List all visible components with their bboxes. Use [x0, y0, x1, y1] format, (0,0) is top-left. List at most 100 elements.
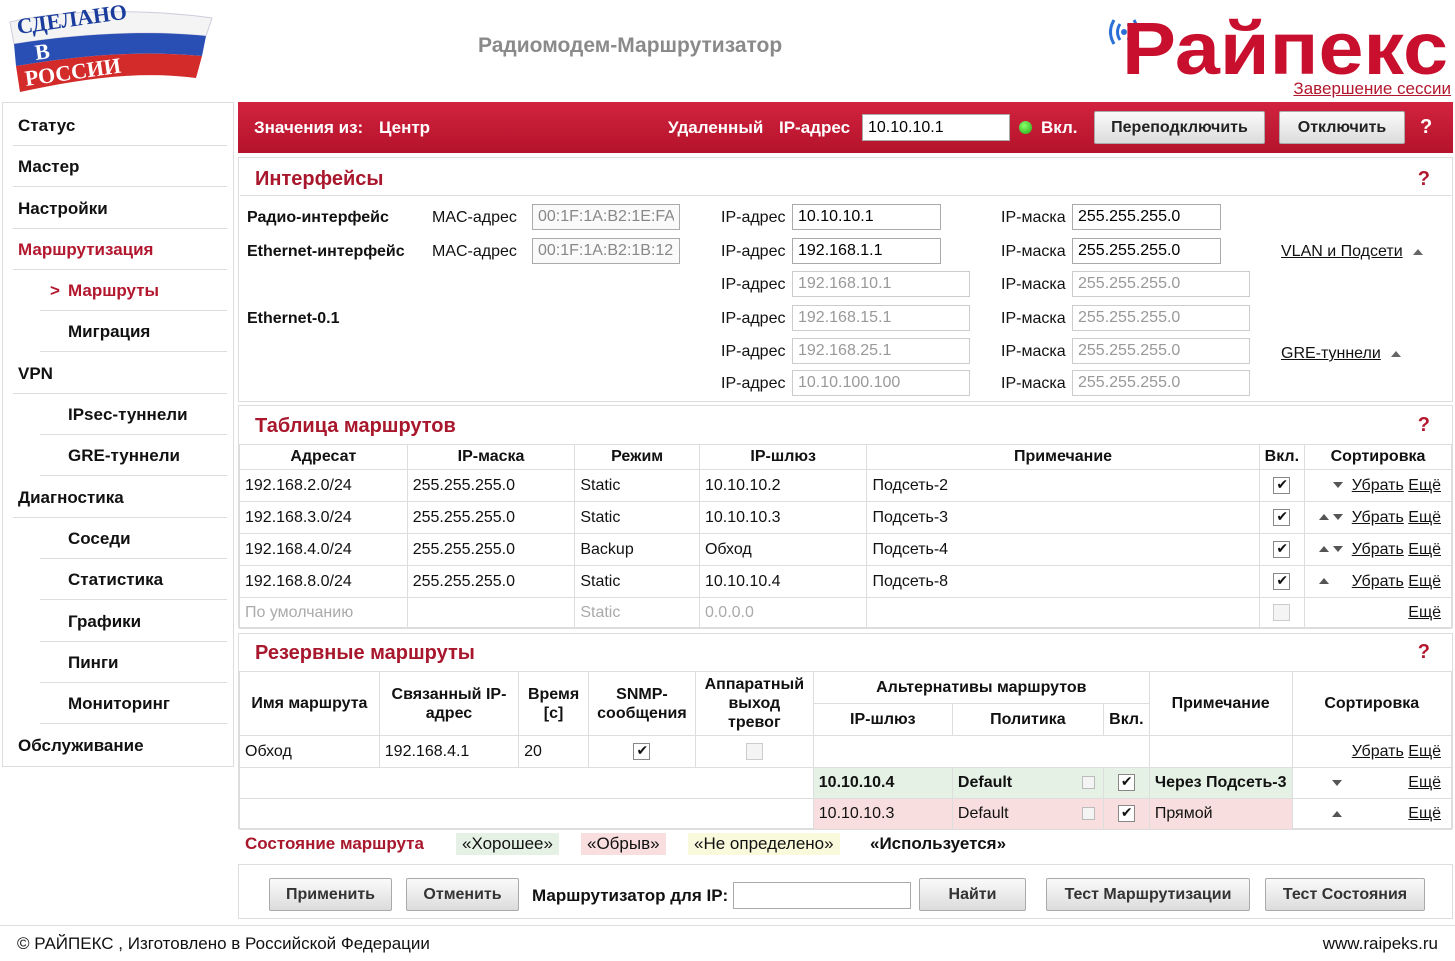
sub-mask-field[interactable]	[1072, 370, 1250, 396]
sidebar-item-diagnostics[interactable]: Диагностика	[13, 477, 227, 518]
more-link[interactable]: Ещё	[1408, 573, 1441, 590]
table-row[interactable]: 192.168.3.0/24 255.255.255.0 Static 10.1…	[239, 501, 1452, 534]
hw-alarm-checkbox[interactable]	[745, 742, 763, 760]
table-row[interactable]: 192.168.8.0/24 255.255.255.0 Static 10.1…	[239, 565, 1452, 598]
remove-link[interactable]: Убрать	[1352, 573, 1404, 590]
interfaces-help-icon[interactable]: ?	[1418, 168, 1430, 191]
move-up-icon[interactable]	[1319, 514, 1330, 521]
remove-link[interactable]: Убрать	[1352, 541, 1404, 558]
copyright: © РАЙПЕКС , Изготовлено в Российской Фед…	[17, 934, 430, 953]
alt-enabled-checkbox[interactable]	[1117, 773, 1135, 792]
ethernet-mask-field[interactable]	[1072, 238, 1221, 264]
policy-select-icon[interactable]	[1081, 776, 1095, 789]
backup-help-icon[interactable]: ?	[1418, 641, 1430, 664]
alternative-row-broken[interactable]: 10.10.10.3 Default Прямой Ещё	[239, 798, 1453, 830]
more-link[interactable]: Ещё	[1408, 805, 1441, 822]
vlan-subnets-link[interactable]: VLAN и Подсети	[1281, 243, 1423, 261]
test-routing-button[interactable]: Тест Маршрутизации	[1046, 878, 1250, 911]
sidebar-item-migration[interactable]: Миграция	[40, 311, 227, 352]
legend-broken: «Обрыв»	[581, 833, 666, 855]
sidebar-item-pings[interactable]: Пинги	[40, 642, 227, 683]
route-mode: Backup	[574, 533, 700, 566]
sidebar-item-wizard[interactable]: Мастер	[13, 146, 227, 187]
site-link[interactable]: www.raipeks.ru	[1323, 934, 1438, 954]
route-enabled-checkbox[interactable]	[1273, 572, 1291, 590]
routes-help-icon[interactable]: ?	[1418, 414, 1430, 437]
table-row[interactable]: 192.168.2.0/24 255.255.255.0 Static 10.1…	[239, 469, 1452, 502]
test-state-button[interactable]: Тест Состояния	[1265, 878, 1425, 911]
default-route-checkbox[interactable]	[1273, 604, 1291, 622]
more-link[interactable]: Ещё	[1408, 541, 1441, 558]
sidebar-item-monitoring[interactable]: Мониторинг	[40, 683, 227, 724]
sidebar-item-graphs[interactable]: Графики	[40, 601, 227, 642]
sidebar-item-neighbors[interactable]: Соседи	[40, 518, 227, 559]
sidebar-item-routing[interactable]: Маршрутизация	[13, 229, 227, 270]
remote-ip-input[interactable]	[862, 114, 1010, 141]
ethernet-sub-label: Ethernet-0.1	[247, 310, 340, 327]
move-down-icon[interactable]	[1333, 482, 1344, 489]
logout-link[interactable]: Завершение сессии	[1293, 79, 1451, 99]
remove-link[interactable]: Убрать	[1352, 743, 1404, 760]
routes-title: Таблица маршрутов	[255, 415, 456, 437]
route-enabled-checkbox[interactable]	[1273, 476, 1291, 494]
ethernet-interface-label: Ethernet-интерфейс	[247, 243, 405, 260]
sub-mask-field[interactable]	[1072, 338, 1250, 364]
sidebar-item-vpn[interactable]: VPN	[13, 353, 227, 394]
ethernet-ip-field[interactable]	[792, 238, 941, 264]
alternative-row-good[interactable]: 10.10.10.4 Default Через Подсеть-3 Ещё	[239, 767, 1453, 799]
sub-ip-field[interactable]	[792, 338, 970, 364]
sub-mask-field[interactable]	[1072, 271, 1250, 297]
table-row[interactable]: Обход 192.168.4.1 20 Убрать Ещё	[239, 735, 1453, 768]
sidebar-item-routes[interactable]: > Маршруты	[40, 270, 227, 311]
sub-ip-label: IP-адрес	[721, 343, 786, 360]
remote-ip-label: IP-адрес	[779, 118, 851, 137]
router-ip-input[interactable]	[733, 882, 911, 909]
move-down-icon[interactable]	[1333, 514, 1344, 521]
move-up-icon[interactable]	[1332, 810, 1343, 817]
connection-on-label: Вкл.	[1041, 118, 1078, 137]
route-enabled-checkbox[interactable]	[1273, 540, 1291, 558]
sidebar-item-statistics[interactable]: Статистика	[40, 559, 227, 600]
sidebar-item-status[interactable]: Статус	[13, 105, 227, 146]
more-link[interactable]: Ещё	[1408, 477, 1441, 494]
move-up-icon[interactable]	[1319, 546, 1330, 553]
sidebar-item-maintenance[interactable]: Обслуживание	[13, 725, 227, 766]
router-for-ip-label: Маршрутизатор для IP:	[532, 886, 729, 905]
sidebar-item-settings[interactable]: Настройки	[13, 188, 227, 229]
snmp-checkbox[interactable]	[633, 742, 651, 760]
connection-bar: Значения из: Центр Удаленный IP-адрес Вк…	[238, 102, 1453, 153]
cancel-button[interactable]: Отменить	[406, 878, 519, 911]
remove-link[interactable]: Убрать	[1352, 477, 1404, 494]
more-link[interactable]: Ещё	[1408, 774, 1441, 791]
more-link[interactable]: Ещё	[1408, 509, 1441, 526]
route-enabled-checkbox[interactable]	[1273, 508, 1291, 526]
alt-gateway: 10.10.10.3	[812, 798, 953, 830]
alt-gateway: 10.10.10.4	[812, 767, 953, 799]
alt-enabled-checkbox[interactable]	[1117, 804, 1135, 823]
radio-ip-field[interactable]	[792, 204, 941, 230]
more-link[interactable]: Ещё	[1408, 743, 1441, 760]
sidebar-item-gre[interactable]: GRE-туннели	[40, 435, 227, 476]
find-button[interactable]: Найти	[919, 878, 1026, 911]
move-up-icon[interactable]	[1319, 578, 1330, 585]
apply-button[interactable]: Применить	[269, 878, 392, 911]
sub-ip-field[interactable]	[792, 370, 970, 396]
default-route-row[interactable]: По умолчанию Static 0.0.0.0 Ещё	[239, 597, 1452, 629]
move-down-icon[interactable]	[1333, 546, 1344, 553]
col-header-hw-alarm: Аппаратный выход тревог	[694, 671, 814, 736]
table-row[interactable]: 192.168.4.0/24 255.255.255.0 Backup Обхо…	[239, 533, 1452, 566]
radio-ip-label: IP-адрес	[721, 209, 786, 226]
topbar-help-icon[interactable]: ?	[1420, 116, 1432, 139]
reconnect-button[interactable]: Переподключить	[1094, 111, 1265, 144]
radio-mask-field[interactable]	[1072, 204, 1221, 230]
gre-tunnels-link[interactable]: GRE-туннели	[1281, 345, 1401, 363]
disconnect-button[interactable]: Отключить	[1279, 111, 1405, 144]
sub-ip-field[interactable]	[792, 271, 970, 297]
sub-mask-field[interactable]	[1072, 305, 1250, 331]
more-link[interactable]: Ещё	[1408, 604, 1441, 621]
remove-link[interactable]: Убрать	[1352, 509, 1404, 526]
sub-ip-field[interactable]	[792, 305, 970, 331]
move-down-icon[interactable]	[1332, 779, 1343, 786]
sidebar-item-ipsec[interactable]: IPsec-туннели	[40, 394, 227, 435]
policy-select-icon[interactable]	[1081, 807, 1095, 820]
